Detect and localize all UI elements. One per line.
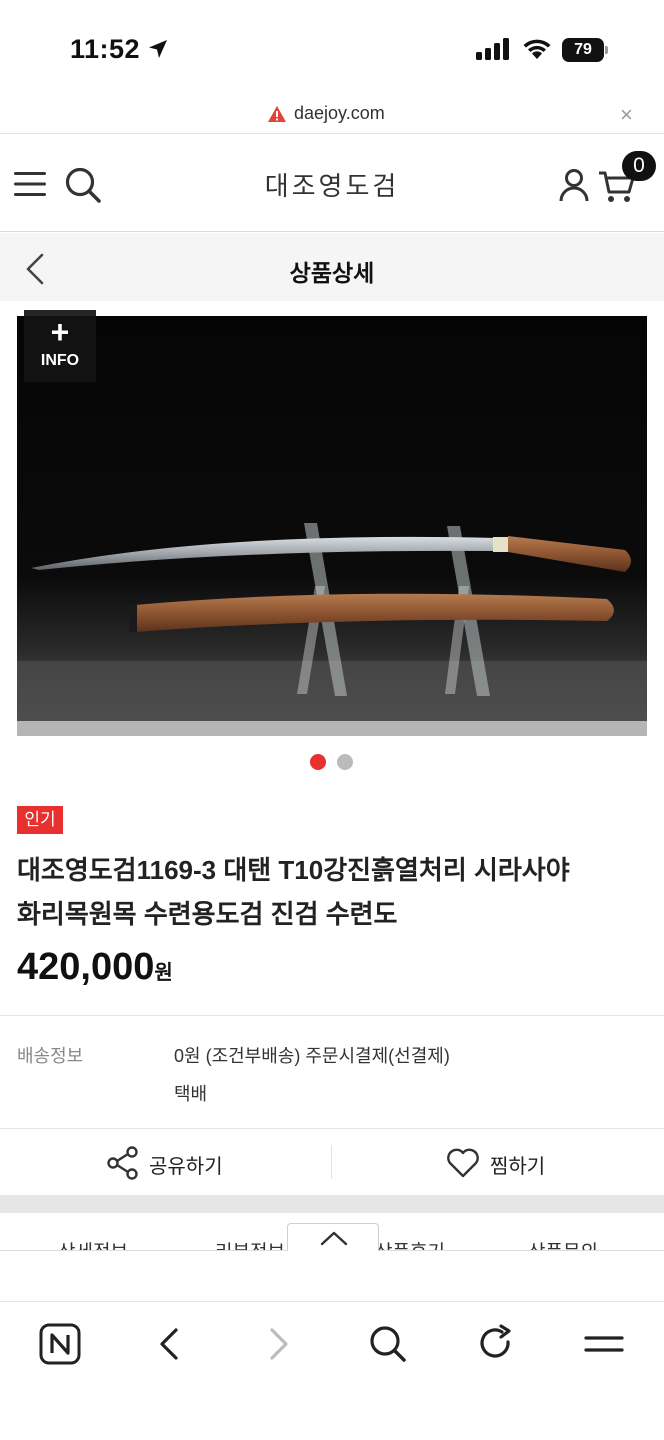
cart-count-badge: 0 [622,151,656,181]
location-arrow-icon [149,40,167,58]
signal-icon [476,38,509,60]
share-button[interactable]: 공유하기 [0,1129,331,1195]
url-bar[interactable]: daejoy.com × [0,96,664,134]
product-title-line2: 화리목원목 수련용도검 진검 수련도 [17,899,398,929]
product-image[interactable] [17,316,647,736]
battery-level: 79 [562,38,604,62]
carousel-dot-1[interactable] [310,754,326,770]
divider [0,1015,664,1016]
sub-header: 상품상세 [0,233,664,301]
shipping-value: 0원 (조건부배송) 주문시결제(선결제) [174,1046,450,1066]
product-title-line1: 대조영도검1169-3 대탠 T10강진흙열처리 시라사야 [17,855,570,885]
product-title: 대조영도검1169-3 대탠 T10강진흙열처리 시라사야 화리목원목 수련용도… [17,848,657,936]
action-row: 공유하기 찜하기 [0,1129,664,1195]
battery-icon: 79 [562,38,608,62]
battery-tip [605,46,608,54]
refresh-icon[interactable] [474,1322,518,1366]
close-icon[interactable]: × [620,102,633,128]
site-header: 대조영도검 0 [0,134,664,232]
status-time: 11:52 [70,34,141,64]
status-bar: 11:52 79 [0,0,664,96]
browser-toolbar [0,1301,664,1440]
price-value: 420,000 [17,946,155,988]
chevron-up-icon [320,1231,348,1246]
user-icon[interactable] [558,168,590,202]
shipping-label: 배송정보 [17,1046,84,1066]
menu-icon[interactable] [582,1322,626,1366]
carousel-dot-2[interactable] [337,754,353,770]
content-area [0,1251,664,1301]
warning-icon [268,106,286,122]
plus-icon: + [50,314,70,350]
forward-icon[interactable] [256,1322,300,1366]
url-text[interactable]: daejoy.com [294,103,385,124]
wishlist-button[interactable]: 찜하기 [332,1129,664,1195]
back-icon[interactable] [148,1322,192,1366]
popular-badge: 인기 [17,806,63,834]
tab-detail-info[interactable]: 상세정보 [58,1237,128,1250]
naver-home-icon[interactable] [38,1322,82,1366]
tab-product-inquiry[interactable]: 상품문의 [528,1237,598,1250]
tab-review-info[interactable]: 리뷰정보 [215,1237,285,1250]
wishlist-label: 찜하기 [490,1156,546,1178]
wifi-icon [523,39,551,59]
shipping-method: 택배 [174,1084,208,1104]
heart-icon [447,1148,479,1178]
info-button[interactable]: + INFO [24,310,96,382]
search-icon[interactable] [366,1322,410,1366]
section-separator [0,1195,664,1213]
share-icon [107,1146,138,1180]
info-label: INFO [40,352,80,369]
price-unit: 원 [154,962,173,984]
tab-product-review[interactable]: 상품후기 [375,1237,445,1250]
product-price: 420,000원 [17,946,173,989]
share-label: 공유하기 [149,1156,223,1178]
page-title: 상품상세 [289,260,375,286]
sword-illustration [17,316,647,736]
